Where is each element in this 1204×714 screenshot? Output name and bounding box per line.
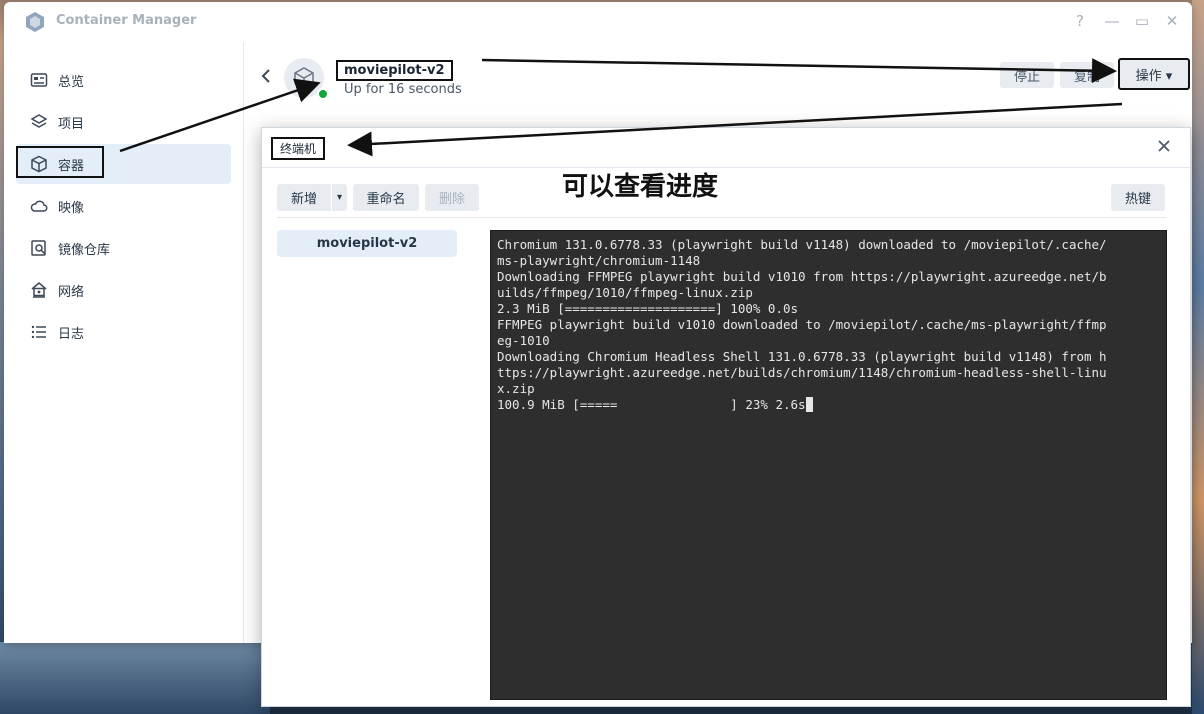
terminal-line: ttps://playwright.azureedge.net/builds/c…	[497, 365, 1107, 380]
terminal-line: 100.9 MiB [===== ] 23% 2.6s	[497, 397, 806, 412]
container-manager-logo-icon	[26, 12, 44, 32]
toolbar-divider	[277, 217, 1167, 218]
close-icon[interactable]	[1156, 138, 1172, 154]
annotation-box-container	[16, 146, 104, 178]
add-dropdown-button[interactable]: ▾	[332, 184, 347, 211]
home-network-icon	[31, 282, 47, 298]
sidebar-item-label: 网络	[58, 284, 85, 300]
terminal-line: eg-1010	[497, 333, 550, 348]
help-icon[interactable]: ?	[1070, 12, 1090, 30]
hotkeys-button[interactable]: 热键	[1111, 184, 1165, 211]
close-icon[interactable]: ✕	[1162, 12, 1182, 30]
terminal-cursor	[805, 397, 813, 412]
terminal-dialog: 终端机 可以查看进度 新增 ▾ 重命名 删除 热键 moviepilot-v2 …	[261, 127, 1191, 707]
registry-search-icon	[31, 240, 46, 256]
sidebar-item-label: 项目	[58, 116, 85, 132]
cube-icon	[294, 67, 314, 89]
dialog-title: 终端机	[271, 137, 326, 160]
sidebar-item-label: 日志	[58, 326, 85, 342]
sidebar-item-registry[interactable]: 镜像仓库	[16, 228, 231, 268]
action-menu-button[interactable]: 操作 ▾	[1118, 58, 1190, 90]
minimize-icon[interactable]: —	[1102, 12, 1122, 30]
terminal-line: FFMPEG playwright build v1010 downloaded…	[497, 317, 1107, 332]
stop-button[interactable]: 停止	[1000, 62, 1054, 88]
terminal-output[interactable]: Chromium 131.0.6778.33 (playwright build…	[490, 230, 1167, 700]
container-name: moviepilot-v2	[336, 60, 453, 81]
add-session-button[interactable]: 新增	[277, 184, 331, 211]
sidebar-item-project[interactable]: 项目	[16, 102, 231, 142]
titlebar: Container Manager ? — ▭ ✕	[4, 2, 1192, 42]
back-chevron-icon[interactable]	[258, 66, 274, 86]
annotation-text: 可以查看进度	[562, 172, 719, 202]
desktop-wallpaper-edge	[1192, 0, 1204, 714]
layers-icon	[30, 114, 48, 128]
terminal-line: ms-playwright/chromium-1148	[497, 253, 701, 268]
rename-button[interactable]: 重命名	[353, 184, 419, 211]
terminal-line: x.zip	[497, 381, 535, 396]
sidebar-item-label: 总览	[58, 74, 85, 90]
app-title: Container Manager	[56, 13, 197, 28]
terminal-line: Chromium 131.0.6778.33 (playwright build…	[497, 237, 1107, 252]
dialog-divider	[262, 167, 1190, 168]
terminal-line: 2.3 MiB [====================] 100% 0.0s	[497, 301, 799, 316]
desktop-wallpaper-bottom	[0, 642, 270, 714]
duplicate-button[interactable]: 复制	[1060, 62, 1114, 88]
sidebar-item-network[interactable]: 网络	[16, 270, 231, 310]
maximize-icon[interactable]: ▭	[1132, 12, 1152, 30]
overview-icon	[30, 73, 48, 87]
sidebar-item-overview[interactable]: 总览	[16, 60, 231, 100]
container-status: Up for 16 seconds	[344, 82, 462, 97]
running-status-dot	[317, 88, 329, 100]
session-item[interactable]: moviepilot-v2	[277, 230, 457, 257]
list-icon	[31, 325, 46, 339]
sidebar-item-label: 镜像仓库	[58, 242, 111, 258]
sidebar-item-label: 映像	[58, 200, 85, 216]
sidebar: 总览 项目 容器 映像 镜像仓库 网络 日志	[4, 42, 244, 643]
sidebar-item-log[interactable]: 日志	[16, 312, 231, 352]
sidebar-item-image[interactable]: 映像	[16, 186, 231, 226]
terminal-line: Downloading FFMPEG playwright build v101…	[497, 269, 1107, 284]
cloud-icon	[30, 200, 48, 212]
terminal-line: uilds/ffmpeg/1010/ffmpeg-linux.zip	[497, 285, 753, 300]
delete-button[interactable]: 删除	[425, 184, 479, 211]
terminal-line: Downloading Chromium Headless Shell 131.…	[497, 349, 1107, 364]
